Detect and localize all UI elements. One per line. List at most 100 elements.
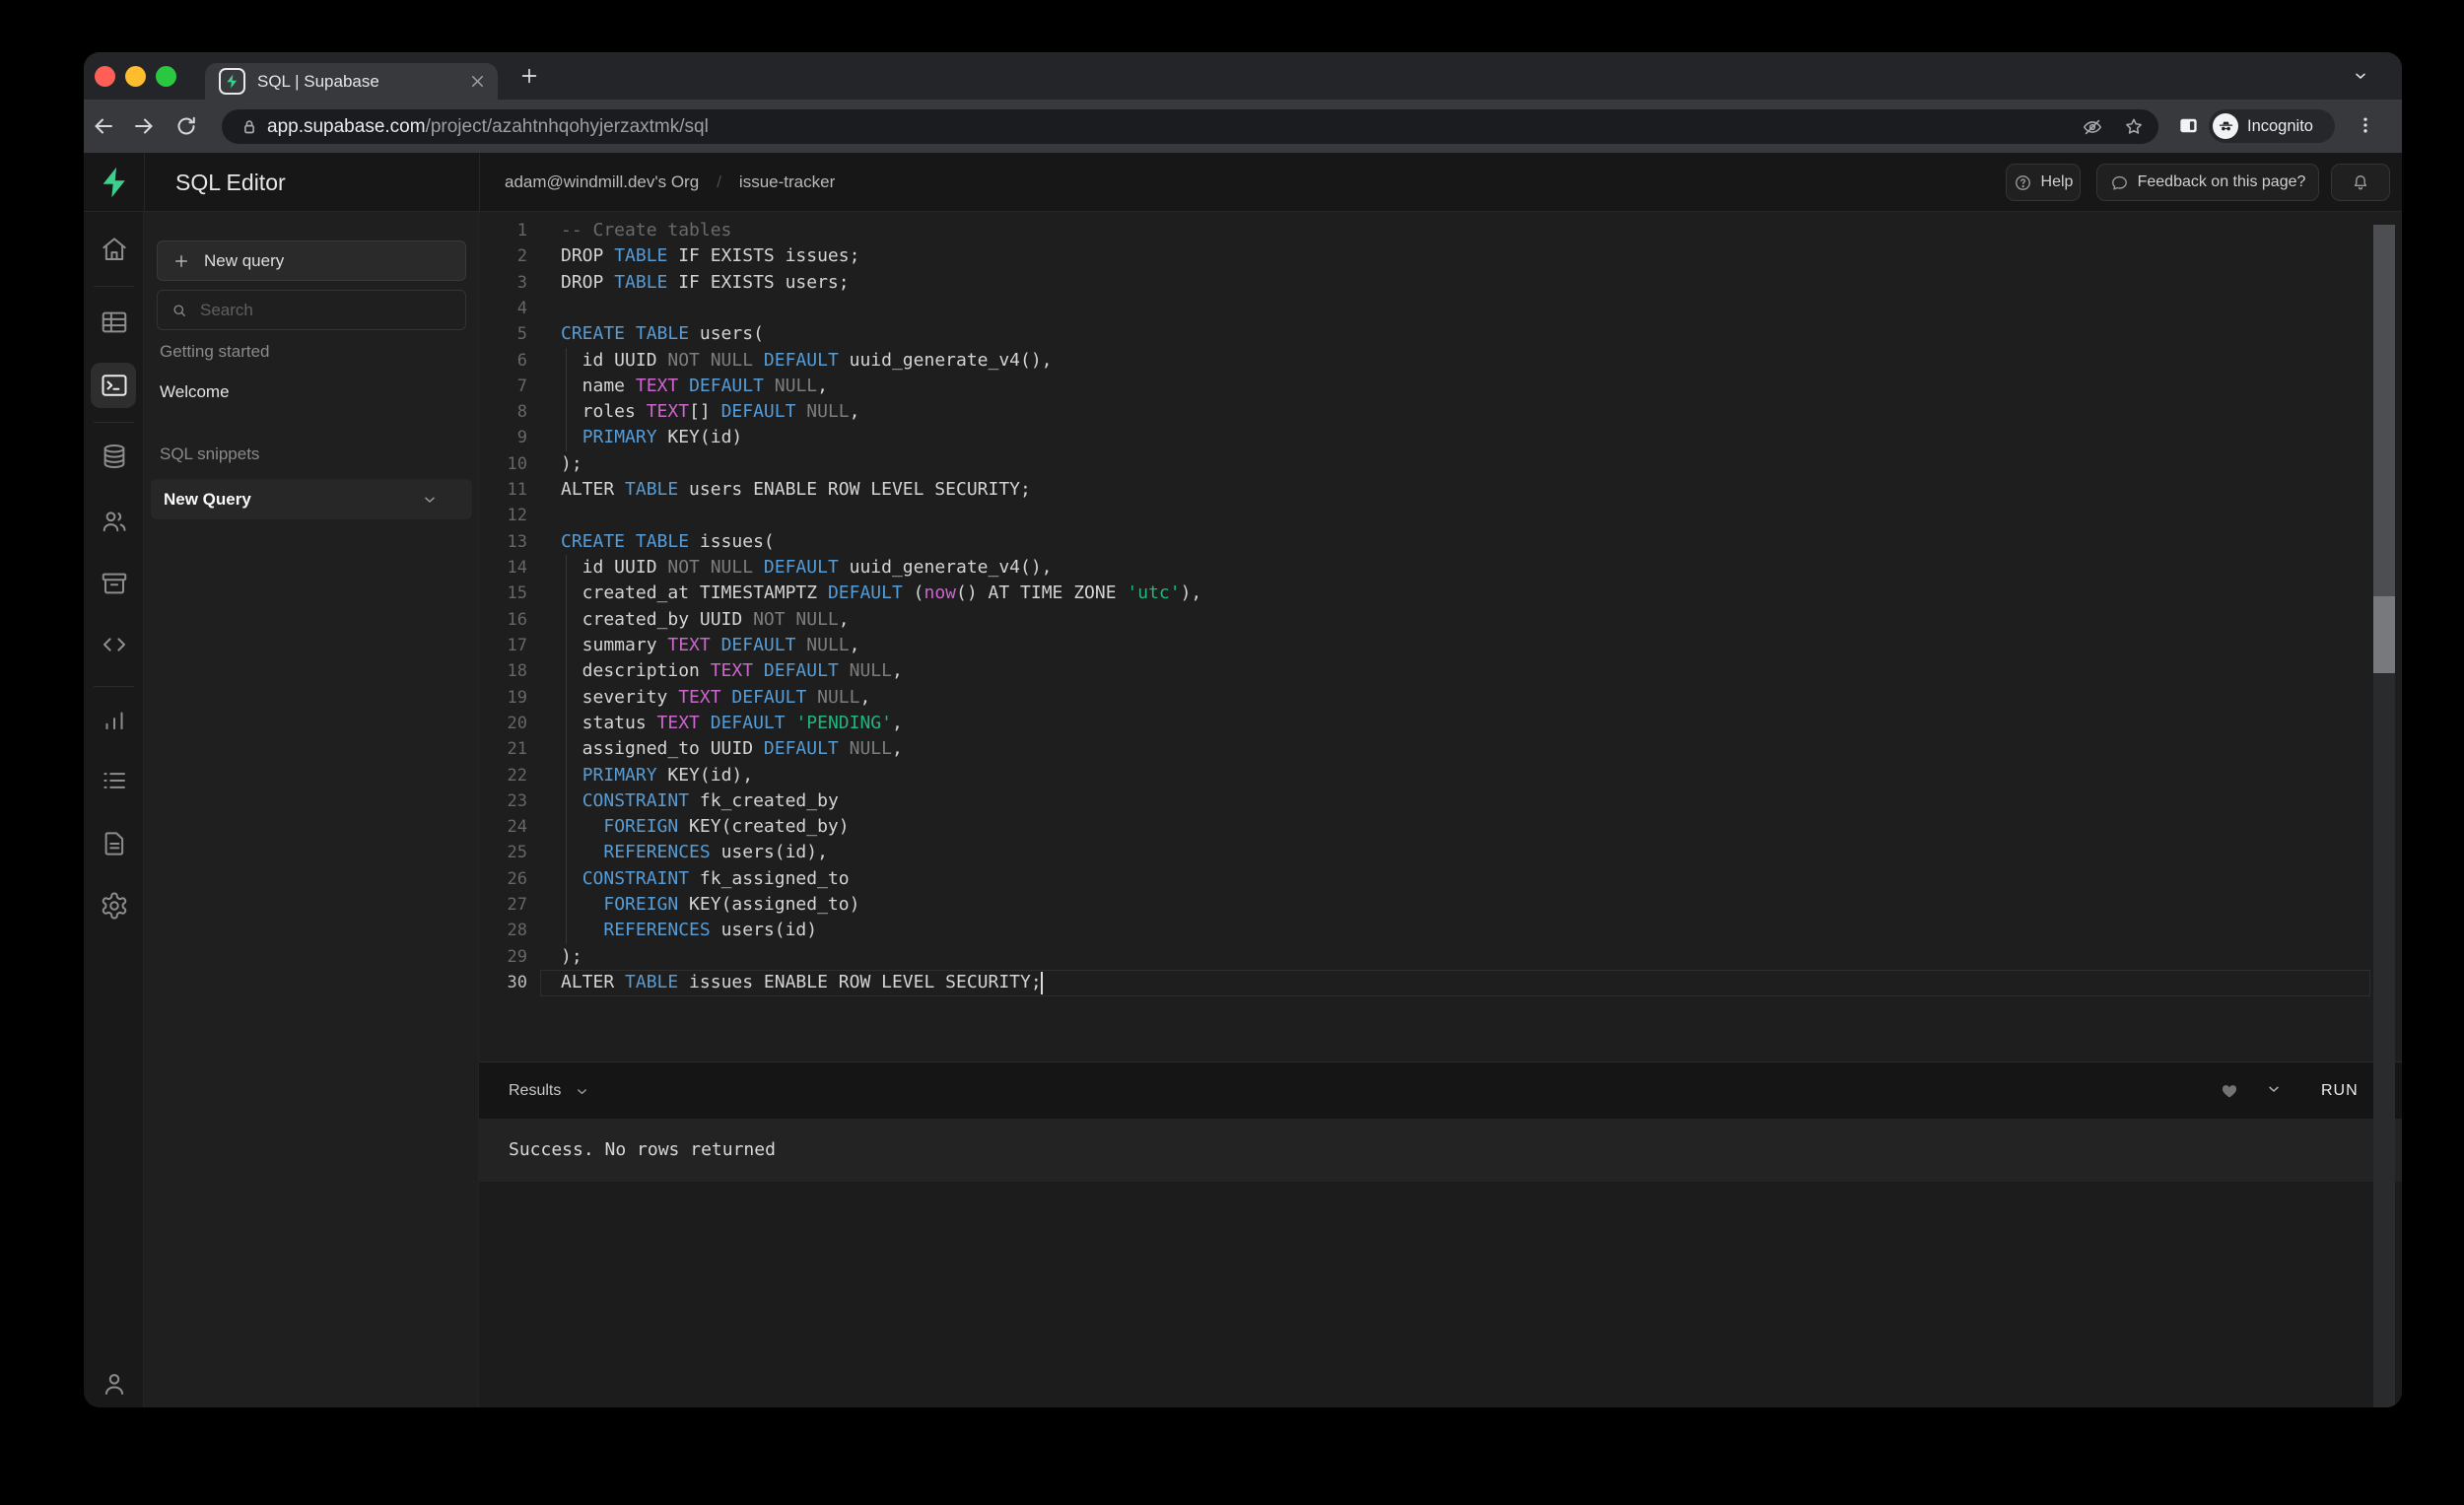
code-line[interactable]: 3DROP TABLE IF EXISTS users; <box>479 270 2402 296</box>
code-line[interactable]: 14 id UUID NOT NULL DEFAULT uuid_generat… <box>479 555 2402 581</box>
code-line[interactable]: 26 CONSTRAINT fk_assigned_to <box>479 866 2402 892</box>
code-line[interactable]: 9 PRIMARY KEY(id) <box>479 425 2402 450</box>
browser-tab[interactable]: SQL | Supabase <box>205 63 498 100</box>
code-text: FOREIGN KEY(created_by) <box>561 814 850 840</box>
table-editor-icon <box>100 308 129 337</box>
tab-search-chevron-icon[interactable] <box>2353 68 2368 84</box>
code-text: roles TEXT[] DEFAULT NULL, <box>561 399 859 425</box>
code-line[interactable]: 8 roles TEXT[] DEFAULT NULL, <box>479 399 2402 425</box>
browser-toolbar: app.supabase.com/project/azahtnhqohyjerz… <box>84 100 2402 153</box>
code-line[interactable]: 13CREATE TABLE issues( <box>479 529 2402 555</box>
breadcrumb-org[interactable]: adam@windmill.dev's Org <box>505 172 699 192</box>
eye-off-icon[interactable] <box>2082 116 2103 138</box>
code-line[interactable]: 15 created_at TIMESTAMPTZ DEFAULT (now()… <box>479 581 2402 606</box>
code-text: created_at TIMESTAMPTZ DEFAULT (now() AT… <box>561 581 1201 606</box>
code-line[interactable]: 6 id UUID NOT NULL DEFAULT uuid_generate… <box>479 348 2402 374</box>
code-line[interactable]: 12 <box>479 503 2402 528</box>
search-input[interactable] <box>200 301 465 320</box>
line-number: 8 <box>479 399 527 425</box>
bookmark-star-icon[interactable] <box>2123 116 2145 138</box>
code-text: ALTER TABLE issues ENABLE ROW LEVEL SECU… <box>561 970 1042 995</box>
incognito-badge: Incognito <box>2209 109 2335 143</box>
code-line[interactable]: 5CREATE TABLE users( <box>479 321 2402 347</box>
new-query-button[interactable]: New query <box>157 240 466 281</box>
line-number: 28 <box>479 918 527 943</box>
sidebar-item-new-query[interactable]: New Query <box>151 479 472 519</box>
code-line[interactable]: 30ALTER TABLE issues ENABLE ROW LEVEL SE… <box>479 970 2402 995</box>
code-text: id UUID NOT NULL DEFAULT uuid_generate_v… <box>561 348 1053 374</box>
code-line[interactable]: 23 CONSTRAINT fk_created_by <box>479 788 2402 814</box>
lock-icon <box>239 116 260 138</box>
line-number: 21 <box>479 736 527 762</box>
breadcrumb-project[interactable]: issue-tracker <box>739 172 835 192</box>
rail-item-api-docs[interactable] <box>100 829 129 858</box>
rail-item-logs[interactable] <box>100 766 129 795</box>
code-line[interactable]: 4 <box>479 296 2402 321</box>
results-empty-area <box>479 1182 2402 1407</box>
line-number: 17 <box>479 633 527 658</box>
window-zoom-button[interactable] <box>156 66 176 87</box>
rail-item-sql-editor[interactable] <box>100 371 129 400</box>
rail-item-settings[interactable] <box>100 891 129 921</box>
reload-icon[interactable] <box>174 114 198 138</box>
run-button[interactable]: RUN <box>2321 1062 2359 1120</box>
new-tab-button[interactable] <box>518 65 540 87</box>
code-text: ); <box>561 944 582 970</box>
window-close-button[interactable] <box>95 66 115 87</box>
rail-item-home[interactable] <box>100 235 129 264</box>
notifications-button[interactable] <box>2331 164 2390 201</box>
code-line[interactable]: 27 FOREIGN KEY(assigned_to) <box>479 892 2402 918</box>
sidebar-item-welcome[interactable]: Welcome <box>160 382 230 402</box>
code-line[interactable]: 21 assigned_to UUID DEFAULT NULL, <box>479 736 2402 762</box>
code-line[interactable]: 10); <box>479 451 2402 477</box>
favorite-heart-icon[interactable] <box>2220 1081 2239 1101</box>
rail-item-database[interactable] <box>100 442 129 471</box>
code-line[interactable]: 24 FOREIGN KEY(created_by) <box>479 814 2402 840</box>
code-line[interactable]: 16 created_by UUID NOT NULL, <box>479 607 2402 633</box>
code-line[interactable]: 7 name TEXT DEFAULT NULL, <box>479 374 2402 399</box>
run-options-chevron-icon[interactable] <box>2266 1081 2286 1101</box>
settings-icon <box>100 891 129 921</box>
storage-icon <box>100 569 129 598</box>
code-line[interactable]: 28 REFERENCES users(id) <box>479 918 2402 943</box>
feedback-button[interactable]: Feedback on this page? <box>2096 164 2319 201</box>
browser-menu-icon[interactable] <box>2356 115 2375 135</box>
window-minimize-button[interactable] <box>125 66 146 87</box>
code-text: REFERENCES users(id), <box>561 840 828 865</box>
app-header: SQL Editor adam@windmill.dev's Org / iss… <box>84 153 2402 212</box>
help-button[interactable]: Help <box>2006 164 2081 201</box>
rail-item-reports[interactable] <box>100 706 129 735</box>
rail-item-account[interactable] <box>100 1369 129 1399</box>
code-line[interactable]: 17 summary TEXT DEFAULT NULL, <box>479 633 2402 658</box>
tab-close-icon[interactable] <box>468 72 487 91</box>
side-panel-icon[interactable] <box>2177 114 2200 137</box>
line-number: 23 <box>479 788 527 814</box>
url-bar[interactable]: app.supabase.com/project/azahtnhqohyjerz… <box>222 109 2158 144</box>
help-circle-icon <box>2014 173 2032 192</box>
rail-item-storage[interactable] <box>100 569 129 598</box>
code-line[interactable]: 20 status TEXT DEFAULT 'PENDING', <box>479 711 2402 736</box>
scrollbar[interactable] <box>2373 225 2395 1407</box>
api-docs-icon <box>100 829 129 858</box>
editor-scrollbar-thumb[interactable] <box>2373 596 2395 673</box>
section-sql-snippets: SQL snippets <box>160 445 259 464</box>
line-number: 15 <box>479 581 527 606</box>
rail-item-table-editor[interactable] <box>100 308 129 337</box>
snippet-search[interactable] <box>157 290 466 330</box>
code-line[interactable]: 11ALTER TABLE users ENABLE ROW LEVEL SEC… <box>479 477 2402 503</box>
sql-editor[interactable]: 1-- Create tables2DROP TABLE IF EXISTS i… <box>479 212 2402 1061</box>
code-line[interactable]: 22 PRIMARY KEY(id), <box>479 763 2402 788</box>
rail-item-authentication[interactable] <box>100 507 129 536</box>
code-line[interactable]: 25 REFERENCES users(id), <box>479 840 2402 865</box>
scrollbar-thumb[interactable] <box>2373 225 2395 596</box>
supabase-logo-icon[interactable] <box>97 165 132 200</box>
rail-item-edge-functions[interactable] <box>100 630 129 659</box>
back-icon[interactable] <box>92 114 115 138</box>
code-line[interactable]: 19 severity TEXT DEFAULT NULL, <box>479 685 2402 711</box>
code-line[interactable]: 2DROP TABLE IF EXISTS issues; <box>479 243 2402 269</box>
results-dropdown[interactable]: Results <box>509 1062 589 1120</box>
code-line[interactable]: 18 description TEXT DEFAULT NULL, <box>479 658 2402 684</box>
code-line[interactable]: 29); <box>479 944 2402 970</box>
code-line[interactable]: 1-- Create tables <box>479 218 2402 243</box>
forward-icon[interactable] <box>132 114 156 138</box>
